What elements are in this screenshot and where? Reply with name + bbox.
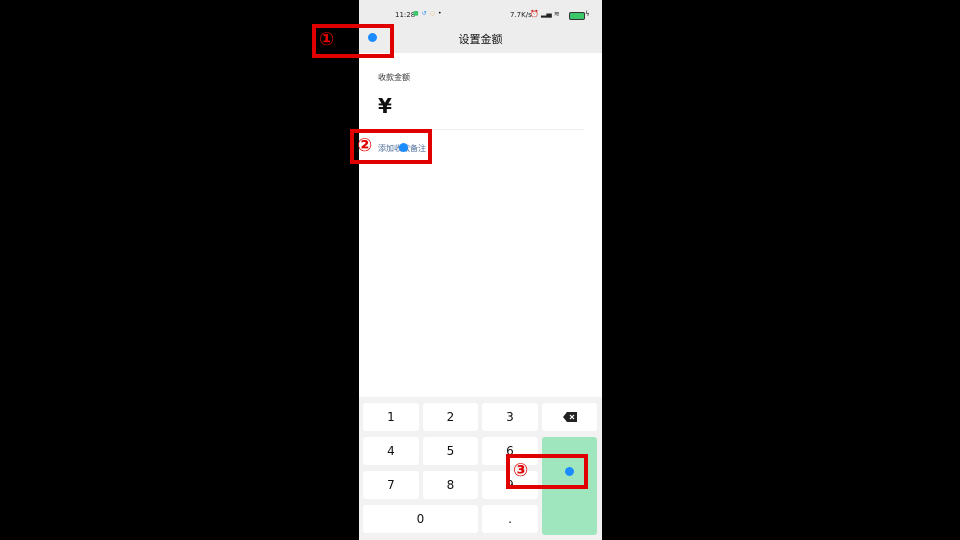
tap-marker-1 xyxy=(368,33,377,42)
key-4[interactable]: 4 xyxy=(363,437,419,465)
key-dot[interactable]: . xyxy=(482,505,538,533)
key-2[interactable]: 2 xyxy=(423,403,478,431)
key-3[interactable]: 3 xyxy=(482,403,538,431)
annotation-label-2: ② xyxy=(357,135,373,156)
amount-label: 收款金额 xyxy=(378,73,410,82)
delete-key[interactable] xyxy=(542,403,597,431)
notification-icons: ■ ↺ ◌ • xyxy=(413,10,442,17)
key-8[interactable]: 8 xyxy=(423,471,478,499)
amount-input[interactable]: ¥ xyxy=(378,94,392,118)
charging-icon: ϟ xyxy=(585,10,590,18)
annotation-label-3: ③ xyxy=(513,460,529,481)
key-1[interactable]: 1 xyxy=(363,403,419,431)
network-speed: 7.7K/s xyxy=(510,11,532,19)
signal-icons: ⏰ ▂▄ ≋ xyxy=(530,10,560,18)
key-5[interactable]: 5 xyxy=(423,437,478,465)
page-title: 设置金额 xyxy=(458,33,503,46)
annotation-label-1: ① xyxy=(319,29,335,50)
key-7[interactable]: 7 xyxy=(363,471,419,499)
tap-marker-3 xyxy=(565,467,574,476)
tap-marker-2 xyxy=(399,143,408,152)
key-0[interactable]: 0 xyxy=(363,505,478,533)
battery-icon xyxy=(569,12,585,20)
navigation-bar: 设置金额 xyxy=(359,25,602,53)
backspace-icon xyxy=(562,412,577,422)
